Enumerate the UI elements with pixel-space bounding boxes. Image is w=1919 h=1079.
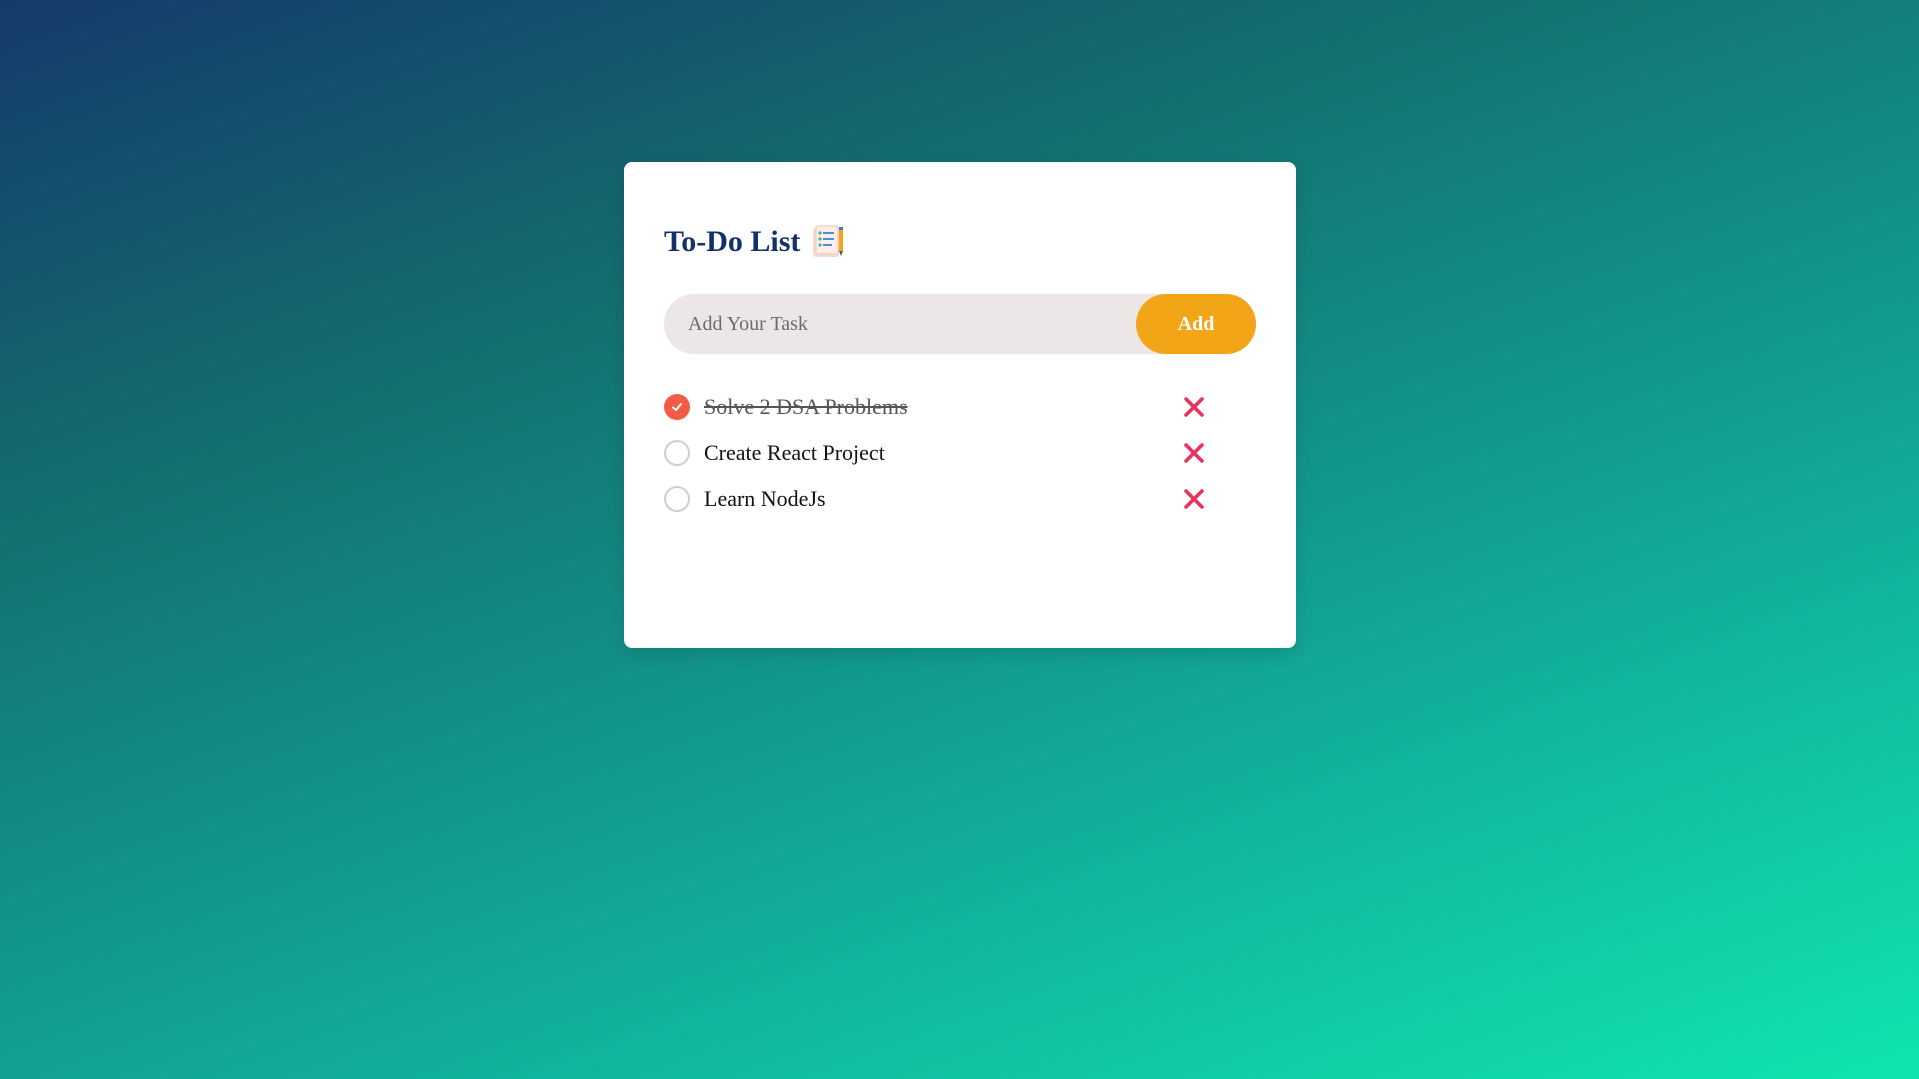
delete-task-button[interactable] [1182,487,1206,511]
list-item[interactable]: Solve 2 DSA Problems [664,384,1256,430]
delete-task-button[interactable] [1182,441,1206,465]
add-button[interactable]: Add [1136,294,1256,354]
todo-card: To-Do List Add Your Task Add Solve 2 DSA… [624,162,1296,648]
task-checkbox[interactable] [664,440,690,466]
notepad-list-icon [810,224,846,260]
task-text: Solve 2 DSA Problems [704,394,908,419]
checkmark-icon [672,403,682,411]
task-text: Learn NodeJs [704,486,826,511]
page-title: To-Do List [664,225,801,258]
close-icon [1184,397,1204,417]
close-icon [1184,443,1204,463]
header: To-Do List [664,222,1256,262]
close-icon [1184,489,1204,509]
list-item[interactable]: Learn NodeJs [664,476,1256,522]
page: { "app": { "title": "To-Do List", "title… [0,0,1919,1079]
task-list: Solve 2 DSA Problems Create React Projec… [664,384,1256,522]
add-task-row: Add [664,294,1256,354]
task-text: Create React Project [704,440,885,465]
list-item[interactable]: Create React Project [664,430,1256,476]
task-checkbox[interactable] [664,486,690,512]
task-input[interactable] [664,294,1136,354]
delete-task-button[interactable] [1182,395,1206,419]
task-checkbox[interactable] [664,394,690,420]
